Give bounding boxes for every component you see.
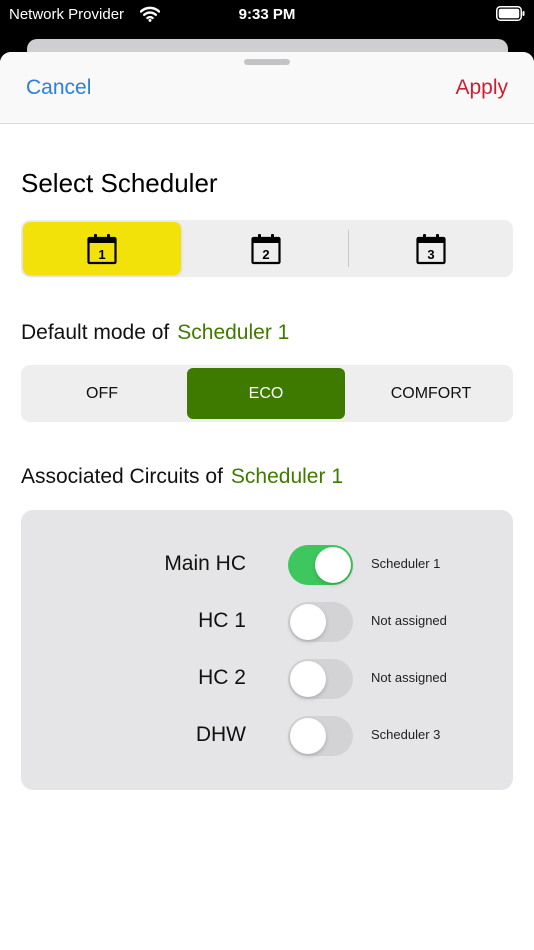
- circuit-name: DHW: [195, 723, 246, 746]
- segment-divider: [348, 230, 349, 267]
- mode-option-comfort[interactable]: COMFORT: [351, 368, 511, 419]
- status-time: 9:33 PM: [238, 6, 296, 23]
- circuit-name: Main HC: [164, 552, 246, 575]
- toggle-knob: [290, 718, 326, 754]
- circuit-toggle-main-hc[interactable]: [288, 545, 353, 585]
- circuit-row-main-hc: Main HC Scheduler 1: [21, 543, 513, 587]
- mode-selector: OFF ECO COMFORT: [21, 365, 513, 422]
- circuit-name: HC 2: [198, 666, 246, 689]
- scheduler-option-3[interactable]: 3: [351, 222, 511, 275]
- toggle-knob: [315, 547, 351, 583]
- circuit-name: HC 1: [198, 609, 246, 632]
- scheduler-sheet: Cancel Apply Select Scheduler 1 2 3 Defa…: [0, 52, 534, 950]
- scheduler-option-2[interactable]: 2: [187, 222, 345, 275]
- circuit-toggle-hc-1[interactable]: [288, 602, 353, 642]
- circuit-status: Not assigned: [371, 670, 447, 685]
- apply-button[interactable]: Apply: [455, 76, 508, 100]
- associated-circuits-label-row: Associated Circuits of Scheduler 1: [21, 465, 343, 489]
- select-scheduler-title: Select Scheduler: [21, 168, 218, 198]
- circuit-toggle-hc-2[interactable]: [288, 659, 353, 699]
- circuit-row-hc-2: HC 2 Not assigned: [21, 657, 513, 701]
- battery-icon: [496, 6, 525, 21]
- circuit-toggle-dhw[interactable]: [288, 716, 353, 756]
- calendar-icon: 1: [87, 233, 117, 264]
- circuit-status: Not assigned: [371, 613, 447, 628]
- scheduler-option-1[interactable]: 1: [23, 222, 181, 275]
- circuits-panel: Main HC Scheduler 1 HC 1 Not assigned HC…: [21, 510, 513, 790]
- associated-circuits-scheduler-name: Scheduler 1: [230, 465, 343, 488]
- circuit-row-hc-1: HC 1 Not assigned: [21, 600, 513, 644]
- cancel-button[interactable]: Cancel: [26, 76, 91, 100]
- default-mode-label-row: Default mode of Scheduler 1: [21, 321, 289, 345]
- mode-option-off[interactable]: OFF: [23, 368, 181, 419]
- circuit-status: Scheduler 1: [371, 556, 441, 571]
- scheduler-selector: 1 2 3: [21, 220, 513, 277]
- default-mode-label: Default mode of: [21, 321, 170, 344]
- mode-option-eco[interactable]: ECO: [187, 368, 345, 419]
- circuit-status: Scheduler 3: [371, 727, 441, 742]
- scheduler-option-number: 2: [262, 247, 269, 262]
- calendar-icon: 3: [416, 233, 446, 264]
- scheduler-option-number: 1: [98, 247, 105, 262]
- sheet-grabber[interactable]: [244, 59, 290, 65]
- status-bar: Network Provider 9:33 PM: [0, 0, 534, 30]
- toggle-knob: [290, 604, 326, 640]
- default-mode-scheduler-name: Scheduler 1: [177, 321, 290, 344]
- sheet-header: Cancel Apply: [0, 52, 534, 124]
- associated-circuits-label: Associated Circuits of: [21, 465, 223, 488]
- circuit-row-dhw: DHW Scheduler 3: [21, 714, 513, 758]
- toggle-knob: [290, 661, 326, 697]
- calendar-icon: 2: [251, 233, 281, 264]
- scheduler-option-number: 3: [427, 247, 434, 262]
